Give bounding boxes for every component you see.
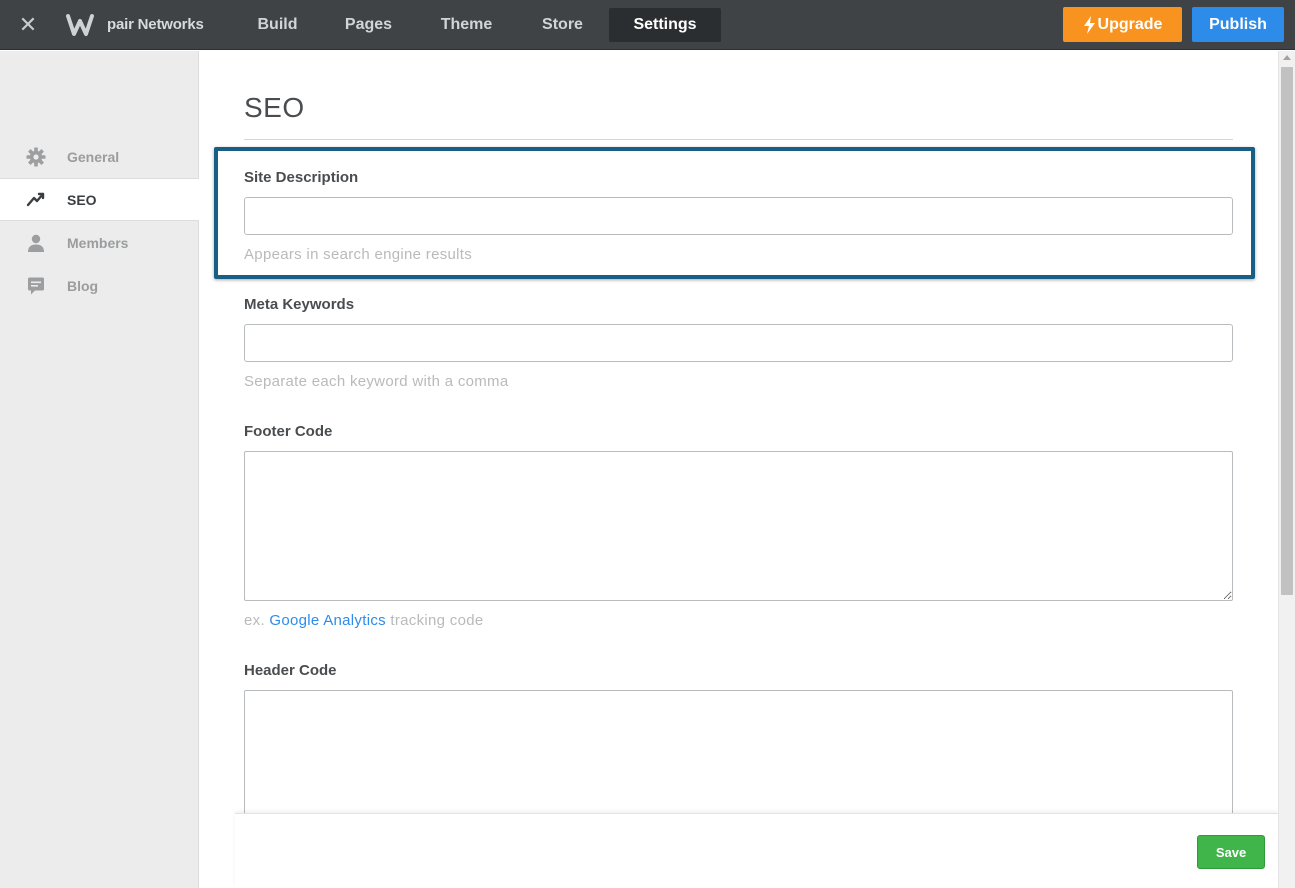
meta-keywords-label: Meta Keywords xyxy=(244,296,355,313)
sidebar-item-label: Members xyxy=(67,234,129,251)
close-icon[interactable]: ✕ xyxy=(16,12,40,38)
sidebar-item-general[interactable]: General xyxy=(0,135,198,178)
upgrade-button[interactable]: Upgrade xyxy=(1063,7,1182,42)
sidebar-item-label: General xyxy=(67,148,120,165)
publish-button[interactable]: Publish xyxy=(1192,7,1284,42)
footer-code-help-prefix: ex. xyxy=(244,612,265,629)
weebly-logo-icon[interactable] xyxy=(66,13,94,37)
site-description-help: Appears in search engine results xyxy=(244,246,473,263)
sidebar-item-label: Blog xyxy=(67,277,99,294)
sidebar-item-seo[interactable]: SEO xyxy=(0,178,199,221)
lightning-icon xyxy=(1083,15,1095,34)
nav-tab-theme[interactable]: Theme xyxy=(416,8,517,42)
footer-code-help-suffix: tracking code xyxy=(390,612,484,629)
google-analytics-link[interactable]: Google Analytics xyxy=(269,612,386,629)
settings-sidebar: General SEO Members Blog xyxy=(0,51,199,888)
sidebar-item-members[interactable]: Members xyxy=(0,221,198,264)
save-button[interactable]: Save xyxy=(1197,835,1265,869)
nav-tab-store[interactable]: Store xyxy=(517,8,608,42)
page-title: SEO xyxy=(244,92,305,123)
sidebar-item-blog[interactable]: Blog xyxy=(0,264,198,307)
scroll-up-arrow-icon[interactable] xyxy=(1283,55,1291,60)
nav-tab-settings[interactable]: Settings xyxy=(609,8,721,42)
gear-icon xyxy=(26,147,46,167)
meta-keywords-input[interactable] xyxy=(244,324,1233,362)
footer-code-textarea[interactable] xyxy=(244,451,1233,601)
site-description-input[interactable] xyxy=(244,197,1233,235)
trend-line-icon xyxy=(26,190,46,210)
footer-code-label: Footer Code xyxy=(244,423,333,440)
header-code-label: Header Code xyxy=(244,662,337,679)
title-divider xyxy=(244,139,1233,140)
nav-tab-build[interactable]: Build xyxy=(234,8,321,42)
nav-tab-pages[interactable]: Pages xyxy=(321,8,416,42)
meta-keywords-help: Separate each keyword with a comma xyxy=(244,373,509,390)
upgrade-label: Upgrade xyxy=(1097,15,1163,33)
sidebar-item-label: SEO xyxy=(67,191,97,208)
top-bar: ✕ pair Networks Build Pages Theme Store … xyxy=(0,0,1295,50)
save-bar: Save xyxy=(235,813,1278,888)
main-nav: Build Pages Theme Store Settings xyxy=(234,8,721,42)
footer-code-help: ex. Google Analytics tracking code xyxy=(244,612,484,629)
seo-settings-panel: SEO Site Description Appears in search e… xyxy=(200,51,1278,888)
scrollbar-thumb[interactable] xyxy=(1281,67,1293,595)
site-description-label: Site Description xyxy=(244,169,359,186)
scrollbar[interactable] xyxy=(1278,51,1295,888)
user-icon xyxy=(26,233,46,253)
comment-icon xyxy=(26,276,46,296)
site-name[interactable]: pair Networks xyxy=(107,16,204,33)
